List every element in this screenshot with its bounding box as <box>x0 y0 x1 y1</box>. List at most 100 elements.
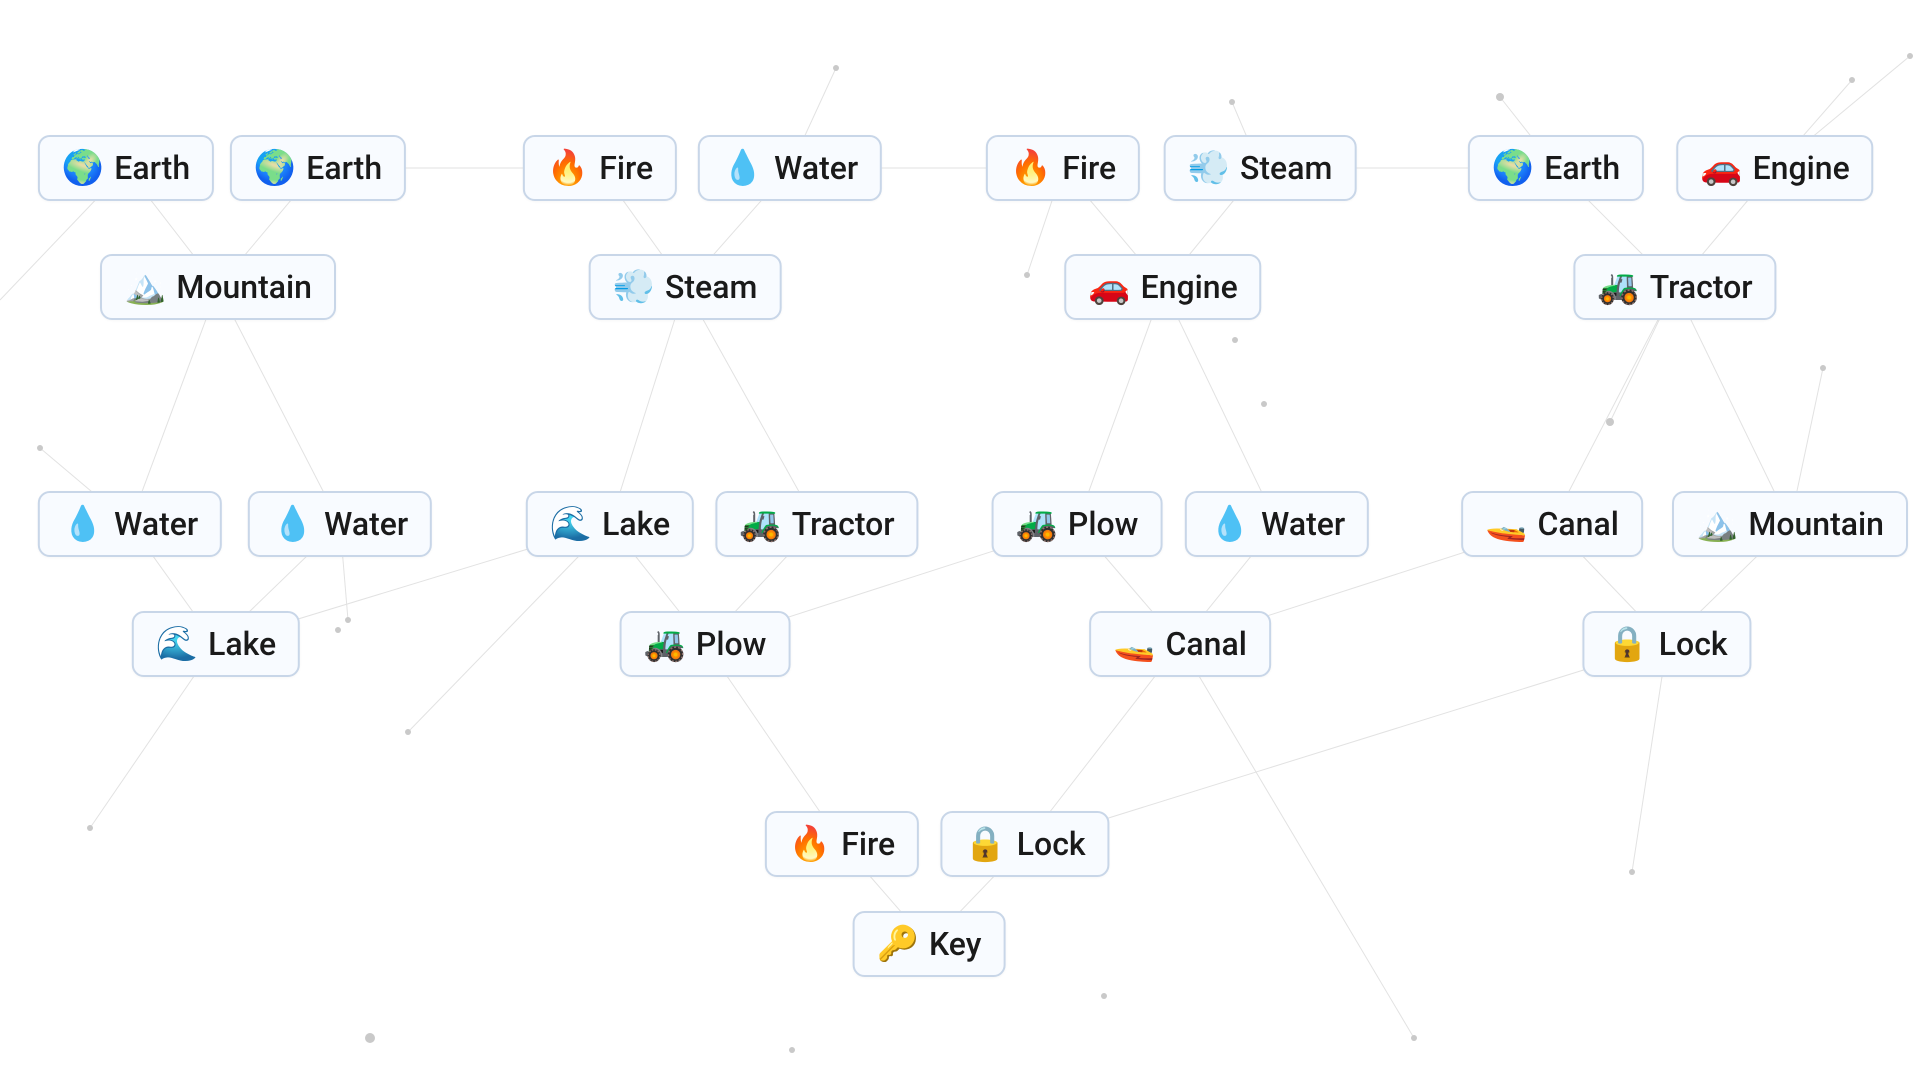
element-chip-label: Water <box>774 149 858 187</box>
lake-icon: 🌊 <box>156 627 198 661</box>
lock-icon: 🔒 <box>1606 627 1648 661</box>
element-chip-tractor[interactable]: 🚜 Tractor <box>1573 254 1776 320</box>
background-dot <box>405 729 411 735</box>
element-chip-label: Plow <box>696 625 766 663</box>
canal-icon: 🚤 <box>1485 507 1527 541</box>
element-chip-water[interactable]: 💧 Water <box>1185 491 1369 557</box>
element-chip-earth[interactable]: 🌍 Earth <box>230 135 406 201</box>
water-icon: 💧 <box>62 507 104 541</box>
steam-icon: 💨 <box>613 270 655 304</box>
element-chip-mountain[interactable]: 🏔️ Mountain <box>1672 491 1908 557</box>
element-chip-label: Tractor <box>1650 268 1753 306</box>
background-dot <box>1261 401 1267 407</box>
fire-icon: 🔥 <box>789 827 831 861</box>
element-chip-label: Mountain <box>176 268 312 306</box>
element-chip-label: Water <box>114 505 198 543</box>
element-chip-water[interactable]: 💧 Water <box>698 135 882 201</box>
element-chip-lock[interactable]: 🔒 Lock <box>1582 611 1751 677</box>
water-icon: 💧 <box>722 151 764 185</box>
element-chip-label: Fire <box>599 149 653 187</box>
earth-icon: 🌍 <box>1492 151 1534 185</box>
earth-icon: 🌍 <box>62 151 104 185</box>
element-chip-label: Lock <box>1659 625 1728 663</box>
water-icon: 💧 <box>1209 507 1251 541</box>
water-icon: 💧 <box>272 507 314 541</box>
background-dot <box>789 1047 795 1053</box>
fire-icon: 🔥 <box>547 151 589 185</box>
background-dot <box>345 617 351 623</box>
element-chip-label: Engine <box>1753 149 1850 187</box>
background-dot <box>1606 418 1614 426</box>
earth-icon: 🌍 <box>254 151 296 185</box>
element-chip-fire[interactable]: 🔥 Fire <box>986 135 1140 201</box>
element-chip-label: Water <box>324 505 408 543</box>
fire-icon: 🔥 <box>1010 151 1052 185</box>
element-chip-label: Plow <box>1068 505 1138 543</box>
element-chip-engine[interactable]: 🚗 Engine <box>1676 135 1873 201</box>
background-dot <box>87 825 93 831</box>
background-dot <box>1024 272 1030 278</box>
element-chip-label: Canal <box>1537 505 1618 543</box>
element-chip-canal[interactable]: 🚤 Canal <box>1089 611 1271 677</box>
lock-icon: 🔒 <box>964 827 1006 861</box>
element-chip-canal[interactable]: 🚤 Canal <box>1461 491 1643 557</box>
element-chip-label: Fire <box>1062 149 1116 187</box>
element-chip-steam[interactable]: 💨 Steam <box>1164 135 1357 201</box>
element-chip-lock[interactable]: 🔒 Lock <box>940 811 1109 877</box>
element-chip-label: Lake <box>602 505 670 543</box>
element-chip-water[interactable]: 💧 Water <box>248 491 432 557</box>
element-chip-engine[interactable]: 🚗Engine <box>1064 254 1261 320</box>
engine-icon: 🚗 <box>1700 151 1742 185</box>
element-chip-label: Water <box>1261 505 1345 543</box>
background-dot <box>1820 365 1826 371</box>
tractor-icon: 🚜 <box>739 507 781 541</box>
background-dot <box>1849 77 1855 83</box>
element-chip-mountain[interactable]: 🏔️ Mountain <box>100 254 336 320</box>
steam-icon: 💨 <box>1188 151 1230 185</box>
element-chip-tractor[interactable]: 🚜Tractor <box>715 491 918 557</box>
element-chip-label: Earth <box>114 149 190 187</box>
game-canvas[interactable]: 🌍 Earth 🌍 Earth 🏔️ Mountain 🔥 Fire 💧 Water 💨 Steam 🔥… <box>0 0 1920 1080</box>
element-chip-fire[interactable]: 🔥 Fire <box>523 135 677 201</box>
background-dot <box>1232 337 1238 343</box>
element-chip-label: Lake <box>208 625 276 663</box>
element-chip-label: Earth <box>306 149 382 187</box>
engine-icon: 🚗 <box>1088 270 1130 304</box>
element-chip-label: Fire <box>841 825 895 863</box>
background-dot <box>833 65 839 71</box>
element-chip-steam[interactable]: 💨 Steam <box>589 254 782 320</box>
plow-icon: 🚜 <box>1016 507 1058 541</box>
plow-icon: 🚜 <box>644 627 686 661</box>
background-dot <box>1229 99 1235 105</box>
background-dot <box>1629 869 1635 875</box>
element-chip-fire[interactable]: 🔥 Fire <box>765 811 919 877</box>
element-chip-label: Earth <box>1544 149 1620 187</box>
mountain-icon: 🏔️ <box>124 270 166 304</box>
element-chip-plow[interactable]: 🚜 Plow <box>992 491 1163 557</box>
element-chip-lake[interactable]: 🌊 Lake <box>132 611 300 677</box>
element-chip-label: Steam <box>1240 149 1332 187</box>
canal-icon: 🚤 <box>1113 627 1155 661</box>
element-chip-key[interactable]: 🔑 Key <box>853 911 1006 977</box>
element-chip-label: Canal <box>1165 625 1246 663</box>
key-icon: 🔑 <box>877 927 919 961</box>
element-chip-earth[interactable]: 🌍 Earth <box>1468 135 1644 201</box>
background-dot <box>1101 993 1107 999</box>
background-dot <box>1496 93 1504 101</box>
mountain-icon: 🏔️ <box>1696 507 1738 541</box>
element-chip-water[interactable]: 💧 Water <box>38 491 222 557</box>
background-dot <box>1411 1035 1417 1041</box>
background-dot <box>365 1033 375 1043</box>
element-chip-label: Key <box>929 925 981 963</box>
lake-icon: 🌊 <box>550 507 592 541</box>
element-chip-label: Mountain <box>1748 505 1884 543</box>
background-dot <box>1907 53 1913 59</box>
element-chip-earth[interactable]: 🌍 Earth <box>38 135 214 201</box>
element-chip-lake[interactable]: 🌊 Lake <box>526 491 694 557</box>
tractor-icon: 🚜 <box>1597 270 1639 304</box>
background-dot <box>335 627 341 633</box>
background-dot <box>37 445 43 451</box>
element-chip-label: Steam <box>665 268 757 306</box>
element-chip-plow[interactable]: 🚜 Plow <box>620 611 791 677</box>
element-chip-label: Lock <box>1017 825 1086 863</box>
